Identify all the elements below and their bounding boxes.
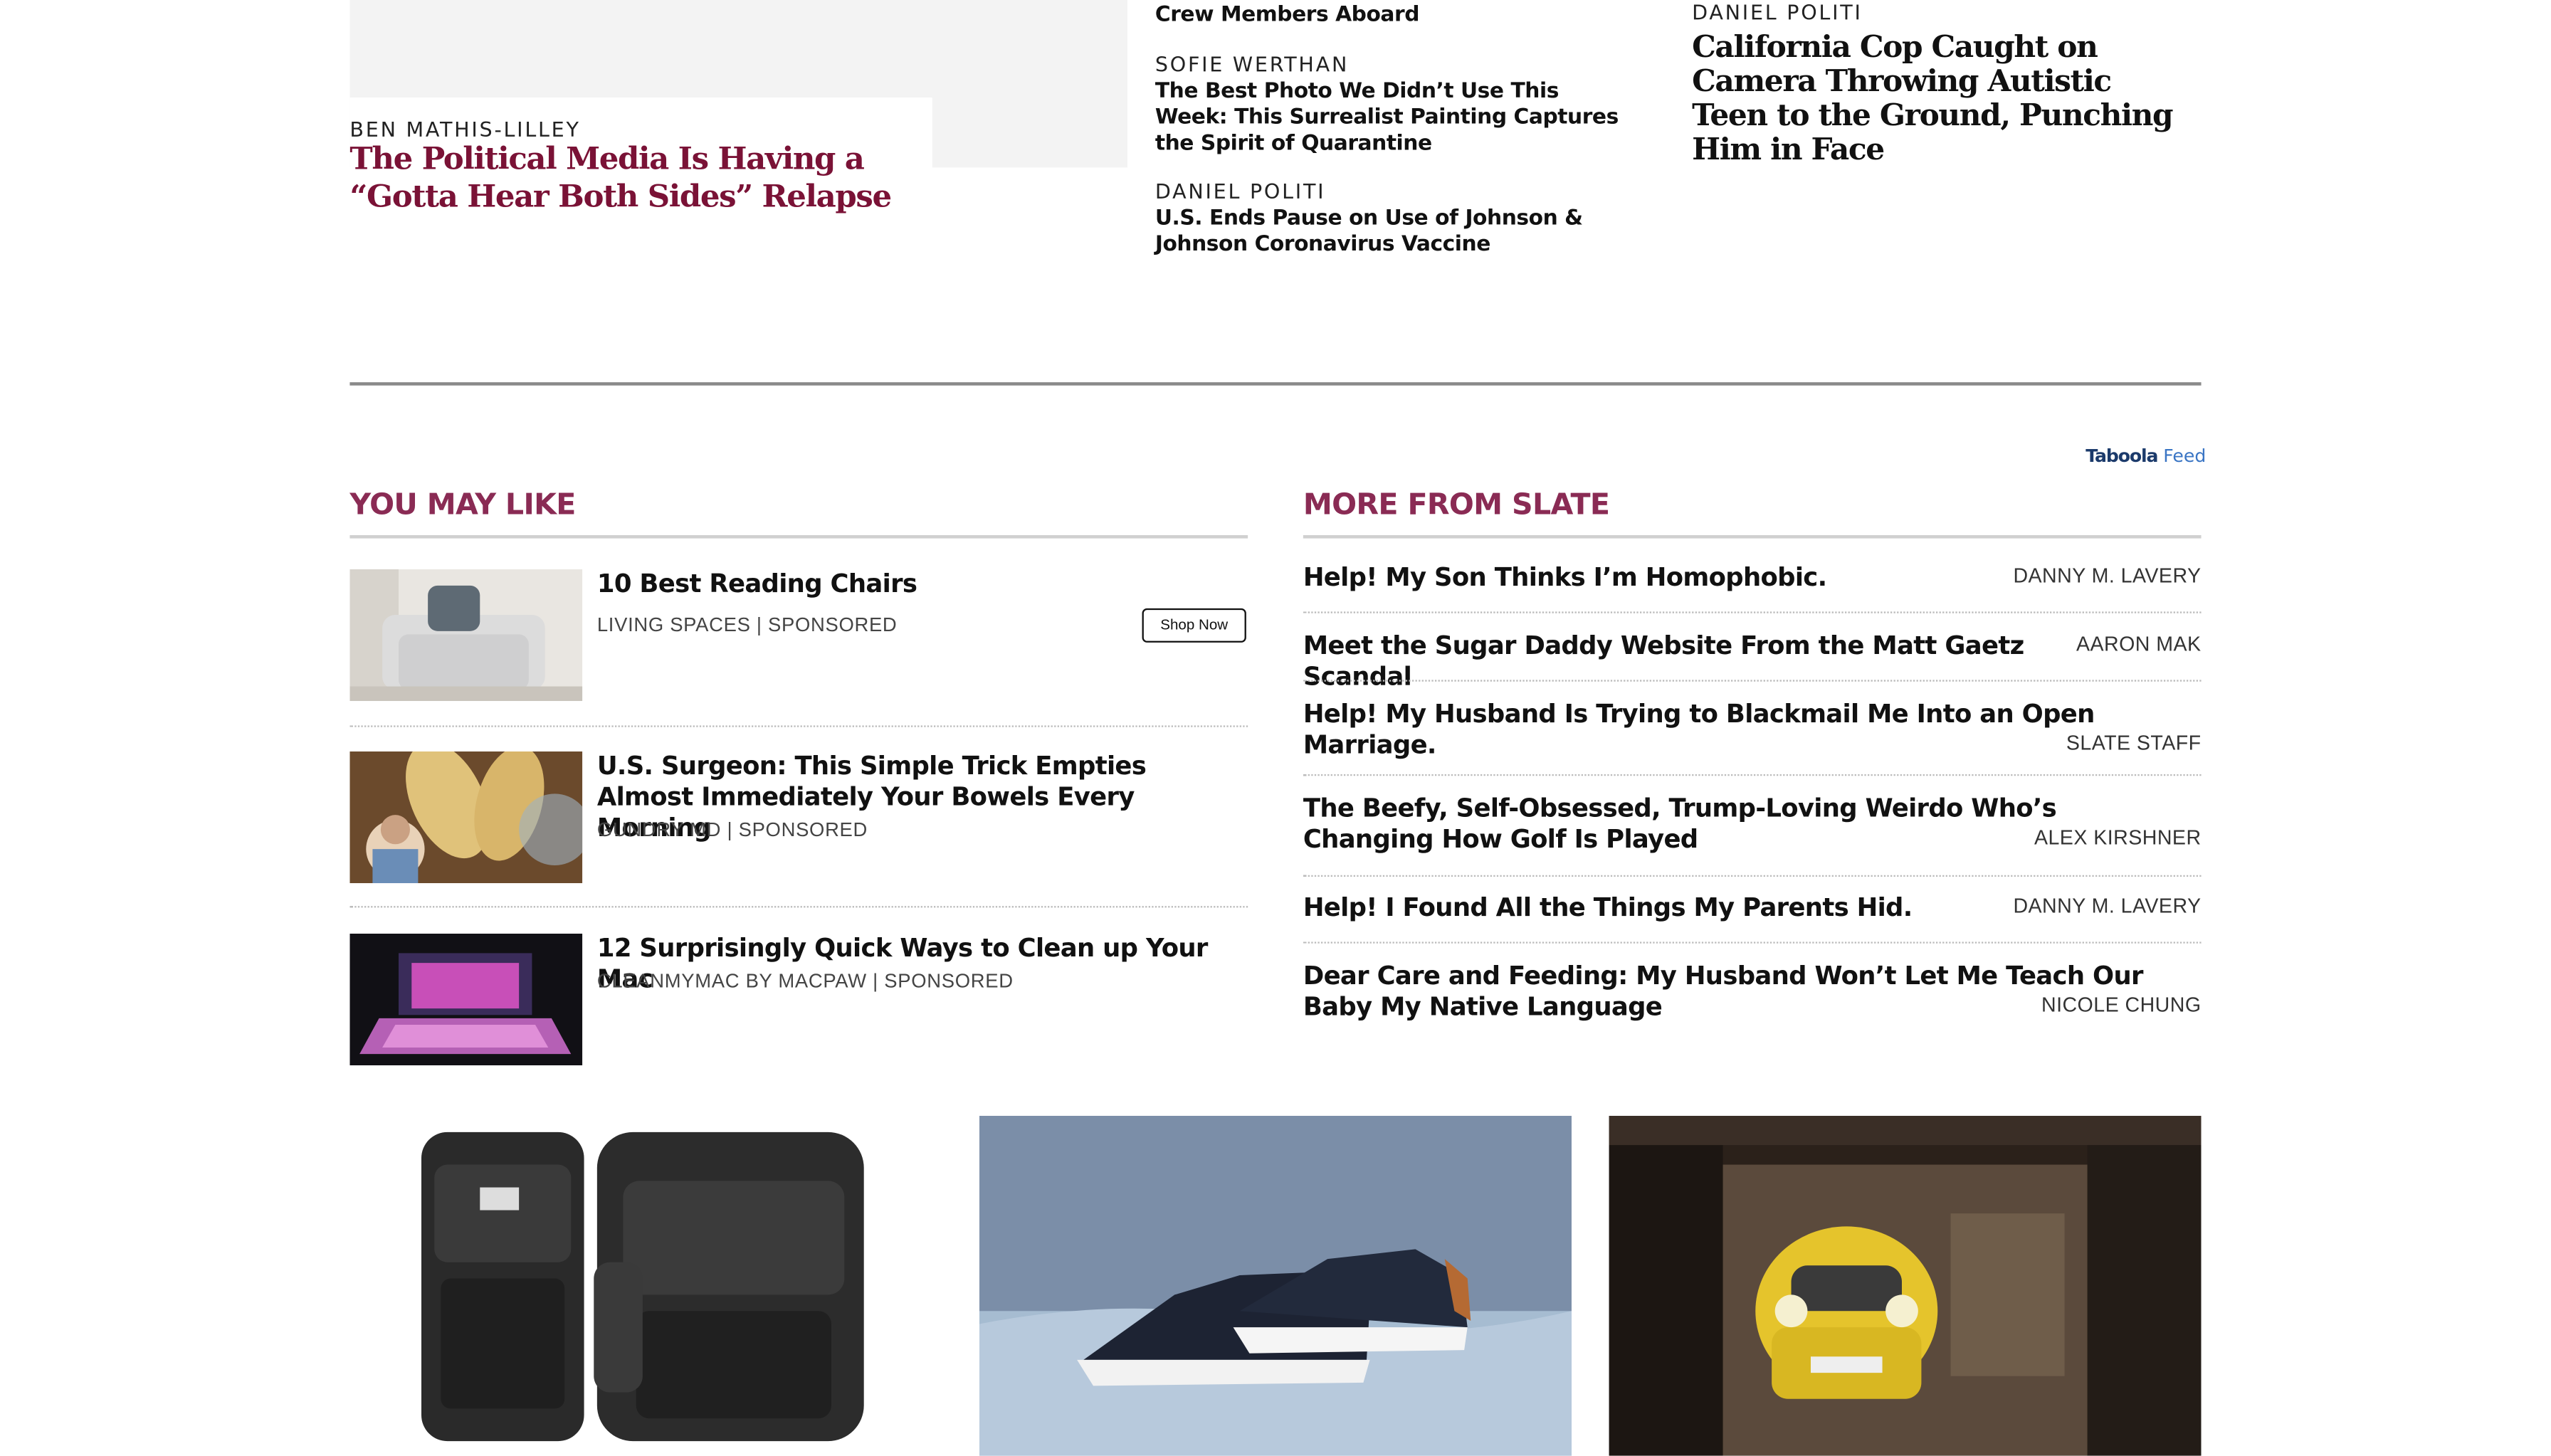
- item-separator: [349, 725, 1248, 727]
- right-column: DANIEL POLITI California Cop Caught on C…: [1692, 0, 2212, 167]
- slate-story[interactable]: The Beefy, Self-Obsessed, Trump-Loving W…: [1303, 793, 2202, 855]
- right-headline[interactable]: California Cop Caught on Camera Throwing…: [1692, 31, 2180, 167]
- slate-story-author[interactable]: SLATE STAFF: [2066, 732, 2202, 755]
- slate-story-author[interactable]: DANNY M. LAVERY: [2013, 564, 2201, 587]
- right-byline[interactable]: DANIEL POLITI: [1692, 0, 2212, 24]
- slate-story-title[interactable]: Help! My Son Thinks I’m Homophobic.: [1303, 563, 2003, 594]
- feature-byline[interactable]: BEN MATHIS-LILLEY: [349, 117, 580, 142]
- mid-item-byline[interactable]: SOFIE WERTHAN: [1155, 52, 1643, 76]
- sponsored-source[interactable]: CLEANMYMAC BY MACPAW | SPONSORED: [597, 969, 1014, 992]
- slate-story[interactable]: Help! My Husband Is Trying to Blackmail …: [1303, 700, 2202, 761]
- backpack-ad-image[interactable]: [349, 1115, 942, 1456]
- slate-story[interactable]: Dear Care and Feeding: My Husband Won’t …: [1303, 961, 2202, 1023]
- mid-item-byline[interactable]: DANIEL POLITI: [1155, 179, 1643, 203]
- slate-story[interactable]: Help! My Son Thinks I’m Homophobic. DANN…: [1303, 563, 2202, 594]
- slate-story-author[interactable]: ALEX KIRSHNER: [2034, 826, 2202, 849]
- sponsored-source[interactable]: GUNDRY MD | SPONSORED: [597, 818, 868, 841]
- story-separator: [1303, 611, 2202, 613]
- more-from-slate-title: MORE FROM SLATE: [1303, 487, 1610, 522]
- story-separator: [1303, 941, 2202, 944]
- slate-story-author[interactable]: AARON MAK: [2076, 633, 2202, 655]
- sponsored-item[interactable]: 10 Best Reading Chairs LIVING SPACES | S…: [349, 569, 1248, 748]
- sponsored-source[interactable]: LIVING SPACES | SPONSORED: [597, 613, 898, 636]
- item-separator: [349, 906, 1248, 908]
- taboola-feed-label[interactable]: Taboola Feed: [2085, 445, 2206, 467]
- mid-item-headline[interactable]: U.S. Ends Pause on Use of Johnson & John…: [1155, 206, 1627, 258]
- shoe-ad-image[interactable]: [979, 1115, 1572, 1456]
- macbook-thumbnail[interactable]: [349, 933, 583, 1066]
- you-may-like-rule: [349, 534, 1248, 539]
- chair-thumbnail[interactable]: [349, 569, 583, 702]
- slate-story-author[interactable]: DANNY M. LAVERY: [2013, 895, 2201, 917]
- story-separator: [1303, 875, 2202, 877]
- slate-story-title[interactable]: Help! I Found All the Things My Parents …: [1303, 893, 2003, 924]
- mid-partial-headline[interactable]: Crew Members Aboard: [1155, 4, 1643, 30]
- car-garage-ad-image[interactable]: [1609, 1115, 2202, 1456]
- section-divider: [349, 382, 2202, 386]
- taboola-feed-text: Feed: [2163, 445, 2207, 467]
- shop-now-button[interactable]: Shop Now: [1142, 608, 1246, 643]
- slate-story-title[interactable]: Meet the Sugar Daddy Website From the Ma…: [1303, 631, 2068, 693]
- page: BEN MATHIS-LILLEY The Political Media Is…: [0, 0, 2551, 1456]
- taboola-logo: Taboola: [2085, 445, 2158, 467]
- surgeon-thumbnail[interactable]: [349, 751, 583, 884]
- slate-story[interactable]: Meet the Sugar Daddy Website From the Ma…: [1303, 631, 2202, 693]
- mid-item: SOFIE WERTHAN The Best Photo We Didn’t U…: [1155, 52, 1643, 158]
- sponsored-title[interactable]: 10 Best Reading Chairs: [597, 569, 1231, 600]
- more-from-slate-rule: [1303, 534, 2202, 539]
- mid-column: Crew Members Aboard SOFIE WERTHAN The Be…: [1155, 0, 1643, 258]
- sponsored-item[interactable]: 12 Surprisingly Quick Ways to Clean up Y…: [349, 933, 1248, 1112]
- slate-story-author[interactable]: NICOLE CHUNG: [2041, 994, 2202, 1017]
- slate-story[interactable]: Help! I Found All the Things My Parents …: [1303, 893, 2202, 924]
- story-separator: [1303, 774, 2202, 776]
- feature-card[interactable]: BEN MATHIS-LILLEY The Political Media Is…: [349, 97, 932, 228]
- sponsored-item[interactable]: U.S. Surgeon: This Simple Trick Empties …: [349, 751, 1248, 930]
- mid-item-headline[interactable]: The Best Photo We Didn’t Use This Week: …: [1155, 80, 1635, 158]
- mid-item: DANIEL POLITI U.S. Ends Pause on Use of …: [1155, 179, 1643, 258]
- you-may-like-title: YOU MAY LIKE: [349, 487, 576, 522]
- story-separator: [1303, 680, 2202, 682]
- feature-headline[interactable]: The Political Media Is Having a “Gotta H…: [349, 142, 935, 216]
